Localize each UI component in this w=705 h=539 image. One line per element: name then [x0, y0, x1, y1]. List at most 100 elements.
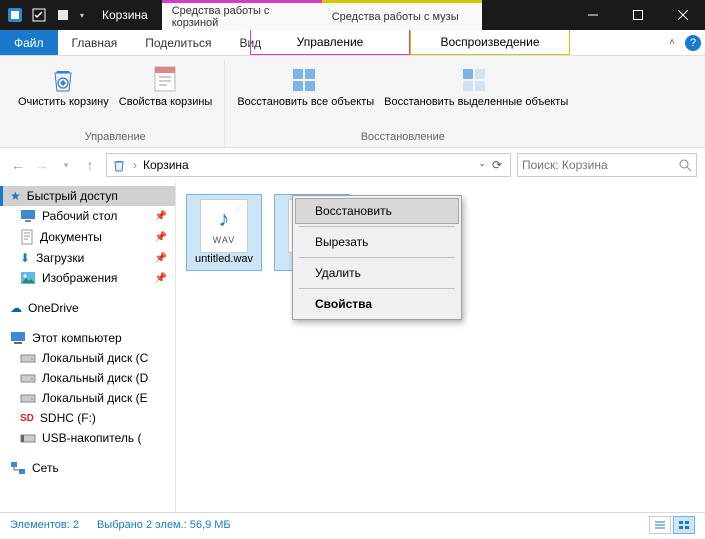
- tab-home[interactable]: Главная: [58, 30, 132, 55]
- pin-icon: 📌: [155, 232, 167, 243]
- forward-button[interactable]: →: [32, 155, 52, 175]
- search-input[interactable]: [522, 158, 678, 172]
- sidebar-downloads-label: Загрузки: [36, 251, 84, 265]
- menu-cut[interactable]: Вырезать: [295, 229, 459, 255]
- drive-icon: [20, 392, 36, 404]
- file-ext-label: WAV: [213, 235, 236, 246]
- sidebar-pictures[interactable]: Изображения 📌: [0, 268, 175, 288]
- ribbon-group-restore-label: Восстановление: [361, 129, 445, 147]
- sidebar-onedrive-label: OneDrive: [28, 301, 79, 315]
- quick-access-toolbar: ▾: [0, 0, 92, 30]
- pin-icon: 📌: [155, 253, 167, 264]
- contextual-tab-music[interactable]: Средства работы с музы: [322, 0, 482, 30]
- restore-all-button[interactable]: Восстановить все объекты: [233, 60, 378, 129]
- app-icon[interactable]: [4, 4, 26, 26]
- sidebar-sdhc-label: SDHC (F:): [40, 411, 96, 425]
- sidebar-onedrive[interactable]: ☁ OneDrive: [0, 298, 175, 318]
- tab-share[interactable]: Поделиться: [131, 30, 225, 55]
- sidebar-quick-access[interactable]: ★ Быстрый доступ: [0, 186, 175, 206]
- window-controls: [570, 0, 705, 30]
- sidebar-desktop-label: Рабочий стол: [42, 209, 117, 223]
- drive-icon: [20, 352, 36, 364]
- restore-selected-button[interactable]: Восстановить выделенные объекты: [380, 60, 572, 129]
- sidebar-network-label: Сеть: [32, 461, 59, 475]
- sidebar-disk-d[interactable]: Локальный диск (D: [0, 368, 175, 388]
- restore-all-label: Восстановить все объекты: [237, 96, 374, 109]
- menu-separator: [299, 288, 455, 289]
- drive-icon: [20, 372, 36, 384]
- tab-file[interactable]: Файл: [0, 30, 58, 55]
- recycle-bin-icon: [47, 62, 79, 96]
- sidebar-diskc-label: Локальный диск (C: [42, 351, 148, 365]
- menu-properties[interactable]: Свойства: [295, 291, 459, 317]
- close-button[interactable]: [660, 0, 705, 30]
- collapse-ribbon-icon[interactable]: ˄: [663, 37, 681, 48]
- documents-icon: [20, 229, 34, 245]
- qat-folder-icon[interactable]: [52, 4, 74, 26]
- address-bin-icon: [111, 157, 127, 173]
- help-icon[interactable]: ?: [685, 35, 701, 51]
- restore-selected-icon: [459, 62, 493, 96]
- onedrive-icon: ☁: [10, 301, 22, 315]
- contextual-tab-recycle[interactable]: Средства работы с корзиной: [162, 0, 322, 30]
- recent-dropdown-icon[interactable]: ▾: [56, 155, 76, 175]
- desktop-icon: [20, 209, 36, 223]
- empty-recycle-label: Очистить корзину: [18, 96, 109, 109]
- minimize-button[interactable]: [570, 0, 615, 30]
- recycle-props-button[interactable]: Свойства корзины: [115, 60, 217, 129]
- sidebar-usb-label: USB-накопитель (: [42, 431, 141, 445]
- restore-all-icon: [289, 62, 323, 96]
- search-box[interactable]: [517, 153, 697, 177]
- qat-checkbox-icon[interactable]: [28, 4, 50, 26]
- recycle-props-label: Свойства корзины: [119, 96, 213, 109]
- sidebar-thispc-label: Этот компьютер: [32, 331, 122, 345]
- maximize-button[interactable]: [615, 0, 660, 30]
- sidebar-downloads[interactable]: ⬇ Загрузки 📌: [0, 248, 175, 268]
- downloads-icon: ⬇: [20, 251, 30, 265]
- status-bar: Элементов: 2 Выбрано 2 элем.: 56,9 МБ: [0, 512, 705, 536]
- details-view-button[interactable]: [649, 516, 671, 534]
- refresh-icon[interactable]: ⟳: [488, 158, 506, 172]
- file-item[interactable]: ♪ WAV untitled.wav: [186, 194, 262, 271]
- sidebar-usb[interactable]: USB-накопитель (: [0, 428, 175, 448]
- menu-separator: [299, 226, 455, 227]
- sidebar-this-pc[interactable]: Этот компьютер: [0, 328, 175, 348]
- sidebar-diskd-label: Локальный диск (D: [42, 371, 148, 385]
- sidebar-network[interactable]: Сеть: [0, 458, 175, 478]
- restore-selected-label: Восстановить выделенные объекты: [384, 96, 568, 109]
- address-location[interactable]: Корзина: [143, 158, 189, 172]
- ribbon-group-manage-label: Управление: [85, 129, 146, 147]
- search-icon[interactable]: [678, 158, 692, 172]
- address-history-icon[interactable]: ⌄: [478, 158, 486, 172]
- icons-view-button[interactable]: [673, 516, 695, 534]
- tab-playback[interactable]: Воспроизведение: [410, 30, 570, 55]
- up-button[interactable]: ↑: [80, 155, 100, 175]
- usb-icon: [20, 432, 36, 444]
- sidebar-disk-e[interactable]: Локальный диск (E: [0, 388, 175, 408]
- ribbon-group-restore: Восстановить все объекты Восстановить вы…: [225, 60, 580, 147]
- computer-icon: [10, 331, 26, 345]
- address-bar[interactable]: › Корзина ⌄ ⟳: [106, 153, 511, 177]
- menu-restore[interactable]: Восстановить: [295, 198, 459, 224]
- navigation-bar: ← → ▾ ↑ › Корзина ⌄ ⟳: [0, 148, 705, 182]
- audio-file-icon: ♪ WAV: [200, 199, 248, 253]
- pin-icon: 📌: [155, 273, 167, 284]
- window-title: Корзина: [92, 0, 158, 30]
- sidebar-documents-label: Документы: [40, 230, 102, 244]
- sidebar-sdhc[interactable]: SD SDHC (F:): [0, 408, 175, 428]
- empty-recycle-button[interactable]: Очистить корзину: [14, 60, 113, 129]
- address-chevron-icon[interactable]: ›: [133, 158, 137, 172]
- title-bar: ▾ Корзина Средства работы с корзиной Сре…: [0, 0, 705, 30]
- ribbon: Очистить корзину Свойства корзины Управл…: [0, 56, 705, 148]
- navigation-pane: ★ Быстрый доступ Рабочий стол 📌 Документ…: [0, 182, 176, 512]
- qat-dropdown-icon[interactable]: ▾: [76, 4, 88, 26]
- status-selection: Выбрано 2 элем.: 56,9 МБ: [97, 519, 231, 531]
- menu-delete[interactable]: Удалить: [295, 260, 459, 286]
- tab-manage[interactable]: Управление: [250, 30, 410, 55]
- contextual-tabs: Средства работы с корзиной Средства рабо…: [162, 0, 482, 30]
- sidebar-documents[interactable]: Документы 📌: [0, 226, 175, 248]
- sidebar-disk-c[interactable]: Локальный диск (C: [0, 348, 175, 368]
- sidebar-desktop[interactable]: Рабочий стол 📌: [0, 206, 175, 226]
- ribbon-group-manage: Очистить корзину Свойства корзины Управл…: [6, 60, 225, 147]
- back-button[interactable]: ←: [8, 155, 28, 175]
